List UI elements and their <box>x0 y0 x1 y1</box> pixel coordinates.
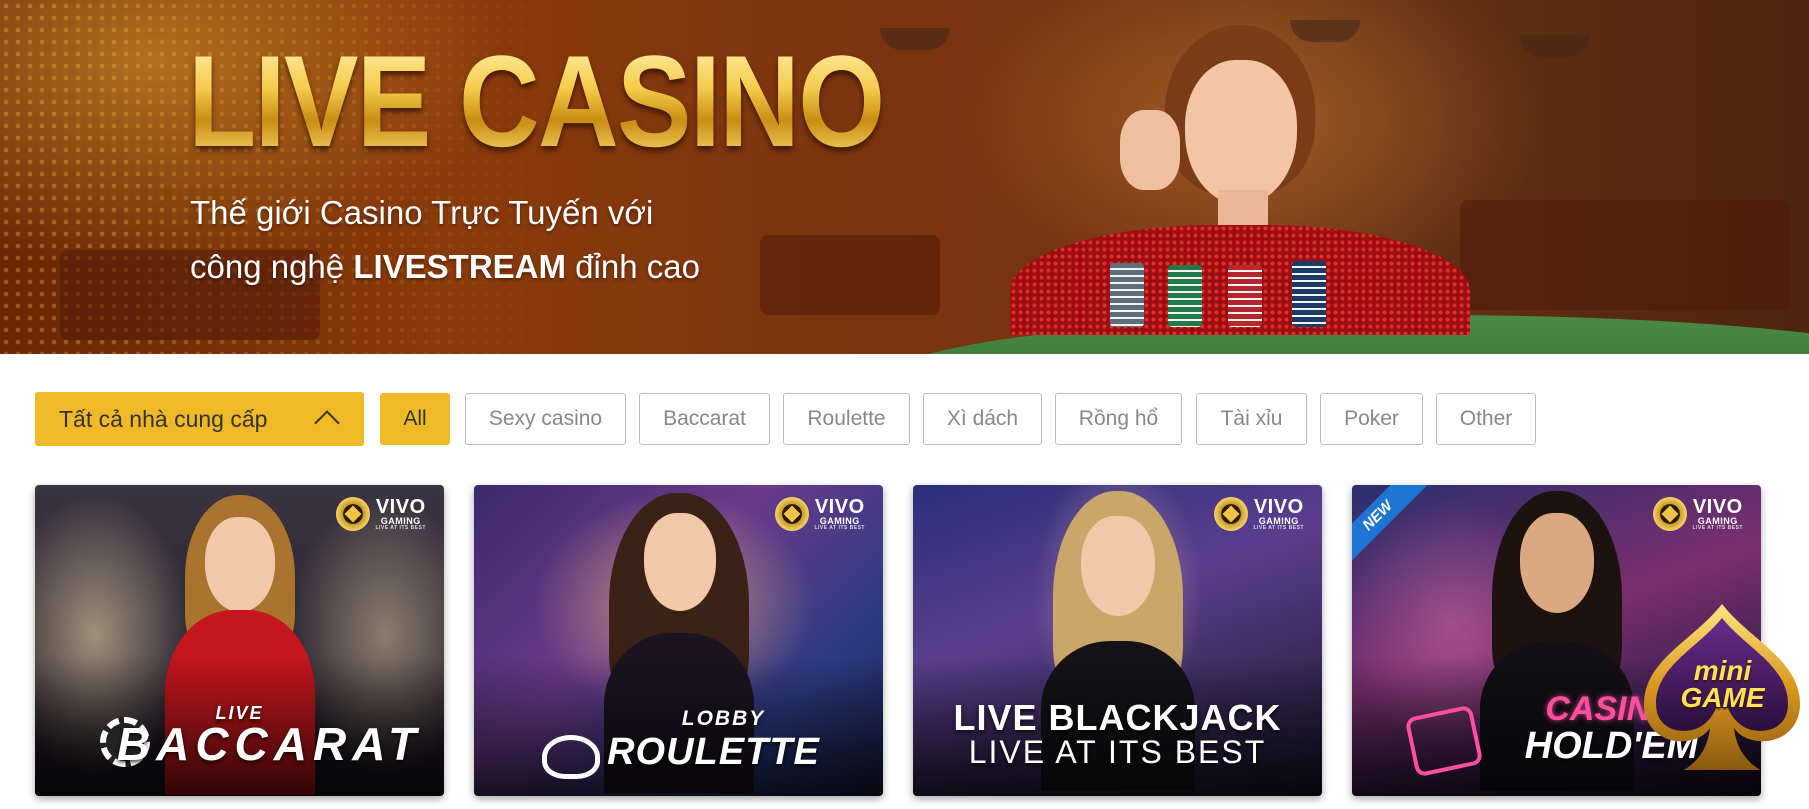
tab-xi-dach[interactable]: Xì dách <box>923 393 1042 445</box>
hero-banner: LIVE CASINO Thế giới Casino Trực Tuyến v… <box>0 0 1809 354</box>
hero-title: LIVE CASINO <box>188 28 885 174</box>
chevron-up-icon <box>314 410 340 436</box>
dice-icon <box>1214 497 1249 531</box>
tab-sexy-casino[interactable]: Sexy casino <box>465 393 626 445</box>
game-title: ROULETTE <box>607 731 820 773</box>
tab-other[interactable]: Other <box>1436 393 1536 445</box>
brand-tag: LIVE AT ITS BEST <box>1253 525 1304 531</box>
background-table <box>760 235 940 315</box>
provider-dropdown[interactable]: Tất cả nhà cung cấp <box>35 392 364 446</box>
hero-subtitle-suffix: đỉnh cao <box>575 248 700 285</box>
tab-roulette[interactable]: Roulette <box>783 393 910 445</box>
hero-subtitle: Thế giới Casino Trực Tuyến với công nghệ… <box>190 186 700 294</box>
vivo-gaming-logo: VIVO GAMING LIVE AT ITS BEST <box>775 497 865 531</box>
hero-subtitle-prefix: công nghệ <box>190 248 345 285</box>
mini-game-label-line2: GAME <box>1680 682 1765 713</box>
dice-icon <box>336 497 371 531</box>
provider-dropdown-label: Tất cả nhà cung cấp <box>59 405 268 432</box>
tab-all[interactable]: All <box>380 393 450 445</box>
hero-subtitle-line1: Thế giới Casino Trực Tuyến với <box>190 194 654 231</box>
game-subtitle: LOBBY <box>681 707 766 730</box>
hero-subtitle-bold: LIVESTREAM <box>353 248 566 285</box>
game-title: LIVE BLACKJACK <box>953 697 1282 738</box>
mini-game-button[interactable]: mini GAME <box>1640 600 1805 775</box>
game-card-live-blackjack[interactable]: VIVO GAMING LIVE AT ITS BEST LIVE BLACKJAC… <box>913 485 1322 796</box>
ceiling-lamp <box>1520 35 1590 57</box>
brand-name: VIVO <box>1692 496 1743 518</box>
vivo-gaming-logo: VIVO GAMING LIVE AT ITS BEST <box>1653 497 1743 531</box>
ceiling-lamp <box>880 28 950 50</box>
tab-tai-xiu[interactable]: Tài xỉu <box>1196 393 1307 445</box>
vivo-gaming-logo: VIVO GAMING LIVE AT ITS BEST <box>336 497 426 531</box>
game-title: BACCARAT <box>116 718 423 770</box>
game-card-lobby-roulette[interactable]: VIVO GAMING LIVE AT ITS BEST LOBBY ROULETT… <box>474 485 883 796</box>
brand-name: VIVO <box>814 496 865 518</box>
brand-tag: LIVE AT ITS BEST <box>375 525 426 531</box>
game-filter-bar: Tất cả nhà cung cấp All Sexy casino Bacc… <box>0 392 1809 448</box>
game-tagline: LIVE AT ITS BEST <box>968 734 1267 770</box>
dice-icon <box>775 497 810 531</box>
chip-stacks <box>1110 255 1350 327</box>
hero-subtitle-line2: công nghệ LIVESTREAM đỉnh cao <box>190 240 700 294</box>
tab-baccarat[interactable]: Baccarat <box>639 393 770 445</box>
tab-poker[interactable]: Poker <box>1320 393 1423 445</box>
dice-icon <box>1653 497 1688 531</box>
brand-name: VIVO <box>375 496 426 518</box>
brand-name: VIVO <box>1253 496 1304 518</box>
brand-tag: LIVE AT ITS BEST <box>814 525 865 531</box>
background-table <box>1460 200 1790 310</box>
game-card-live-baccarat[interactable]: VIVO GAMING LIVE AT ITS BEST LIVE BACCARAT <box>35 485 444 796</box>
vivo-gaming-logo: VIVO GAMING LIVE AT ITS BEST <box>1214 497 1304 531</box>
brand-tag: LIVE AT ITS BEST <box>1692 525 1743 531</box>
tab-rong-ho[interactable]: Rồng hổ <box>1055 393 1182 445</box>
